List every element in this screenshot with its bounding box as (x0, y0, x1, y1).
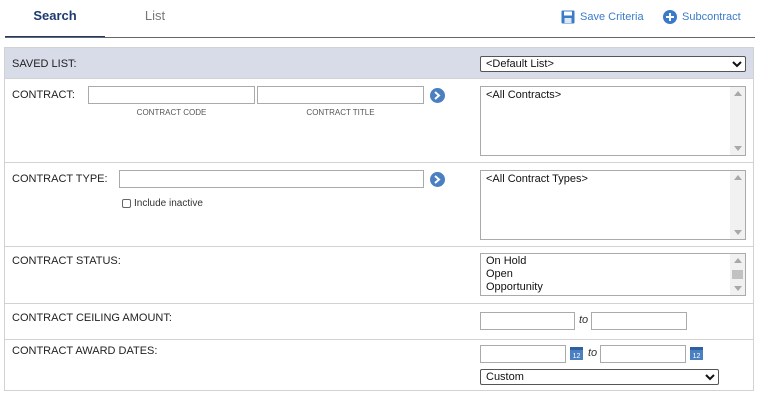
saved-list-select[interactable]: <Default List> (480, 56, 746, 72)
contract-title-caption: CONTRACT TITLE (306, 108, 375, 117)
list-item[interactable]: Open (481, 268, 745, 281)
contract-award-dates-label: CONTRACT AWARD DATES: (12, 345, 158, 357)
contract-listbox[interactable]: <All Contracts> (480, 86, 746, 156)
svg-text:12: 12 (573, 353, 581, 360)
checkbox-box[interactable] (122, 199, 131, 208)
calendar-icon[interactable]: 12 (690, 347, 703, 360)
contract-code-caption: CONTRACT CODE (136, 108, 207, 117)
include-inactive-label: Include inactive (134, 198, 203, 209)
contract-type-input[interactable] (119, 170, 424, 188)
svg-text:12: 12 (693, 353, 701, 360)
calendar-icon[interactable]: 12 (570, 347, 583, 360)
tab-divider (5, 37, 755, 38)
award-date-range-select[interactable]: Custom (480, 369, 719, 385)
include-inactive-checkbox[interactable]: Include inactive (122, 198, 203, 209)
contract-type-go-button[interactable] (430, 172, 445, 187)
contract-type-label: CONTRACT TYPE: (12, 173, 108, 185)
ceiling-from-input[interactable] (480, 312, 575, 330)
chevron-down-icon (705, 374, 715, 381)
contract-row: CONTRACT: CONTRACT CODE CONTRACT TITLE <… (5, 79, 753, 163)
subcontract-button[interactable]: Subcontract (663, 9, 741, 25)
tab-search[interactable]: Search (5, 0, 105, 38)
saved-list-row: SAVED LIST: <Default List> (5, 48, 753, 79)
contract-status-scrollbar[interactable] (730, 254, 745, 295)
contract-type-scrollbar[interactable] (730, 171, 745, 239)
contract-status-row: CONTRACT STATUS: On Hold Open Opportunit… (5, 247, 753, 304)
subcontract-label: Subcontract (682, 11, 741, 23)
save-icon (561, 10, 575, 24)
save-criteria-label: Save Criteria (580, 11, 644, 23)
contract-status-label: CONTRACT STATUS: (12, 255, 121, 267)
award-date-range-value: Custom (486, 371, 524, 383)
saved-list-value: <Default List> (486, 58, 554, 70)
award-to-date-input[interactable] (600, 345, 686, 363)
scroll-thumb[interactable] (732, 270, 743, 279)
save-criteria-button[interactable]: Save Criteria (561, 9, 644, 25)
contract-code-input[interactable] (88, 86, 255, 104)
search-criteria-panel: SAVED LIST: <Default List> CONTRACT: CON… (4, 47, 754, 391)
arrow-right-icon (434, 91, 441, 100)
list-item[interactable]: Opportunity (481, 281, 745, 294)
top-bar: Search List Save Criteria Subcontract (0, 0, 774, 40)
arrow-right-icon (434, 175, 441, 184)
list-item[interactable]: On Hold (481, 255, 745, 268)
contract-scrollbar[interactable] (730, 87, 745, 155)
plus-circle-icon (663, 10, 677, 24)
contract-ceiling-row: CONTRACT CEILING AMOUNT: to (5, 304, 753, 340)
chevron-down-icon (732, 61, 742, 68)
contract-ceiling-label: CONTRACT CEILING AMOUNT: (12, 312, 172, 324)
contract-go-button[interactable] (430, 88, 445, 103)
award-to-label: to (588, 347, 598, 359)
contract-title-input[interactable] (257, 86, 424, 104)
contract-type-listbox[interactable]: <All Contract Types> (480, 170, 746, 240)
ceiling-to-label: to (579, 314, 589, 326)
saved-list-label: SAVED LIST: (12, 58, 77, 70)
tab-list[interactable]: List (105, 0, 205, 38)
list-item[interactable]: <All Contracts> (481, 89, 745, 102)
award-from-date-input[interactable] (480, 345, 566, 363)
contract-label: CONTRACT: (12, 89, 75, 101)
contract-status-listbox[interactable]: On Hold Open Opportunity (480, 253, 746, 296)
list-item[interactable]: <All Contract Types> (481, 173, 745, 186)
ceiling-to-input[interactable] (591, 312, 687, 330)
contract-award-dates-row: CONTRACT AWARD DATES: 12 to 12 Custom (5, 340, 753, 391)
contract-type-row: CONTRACT TYPE: Include inactive <All Con… (5, 163, 753, 247)
